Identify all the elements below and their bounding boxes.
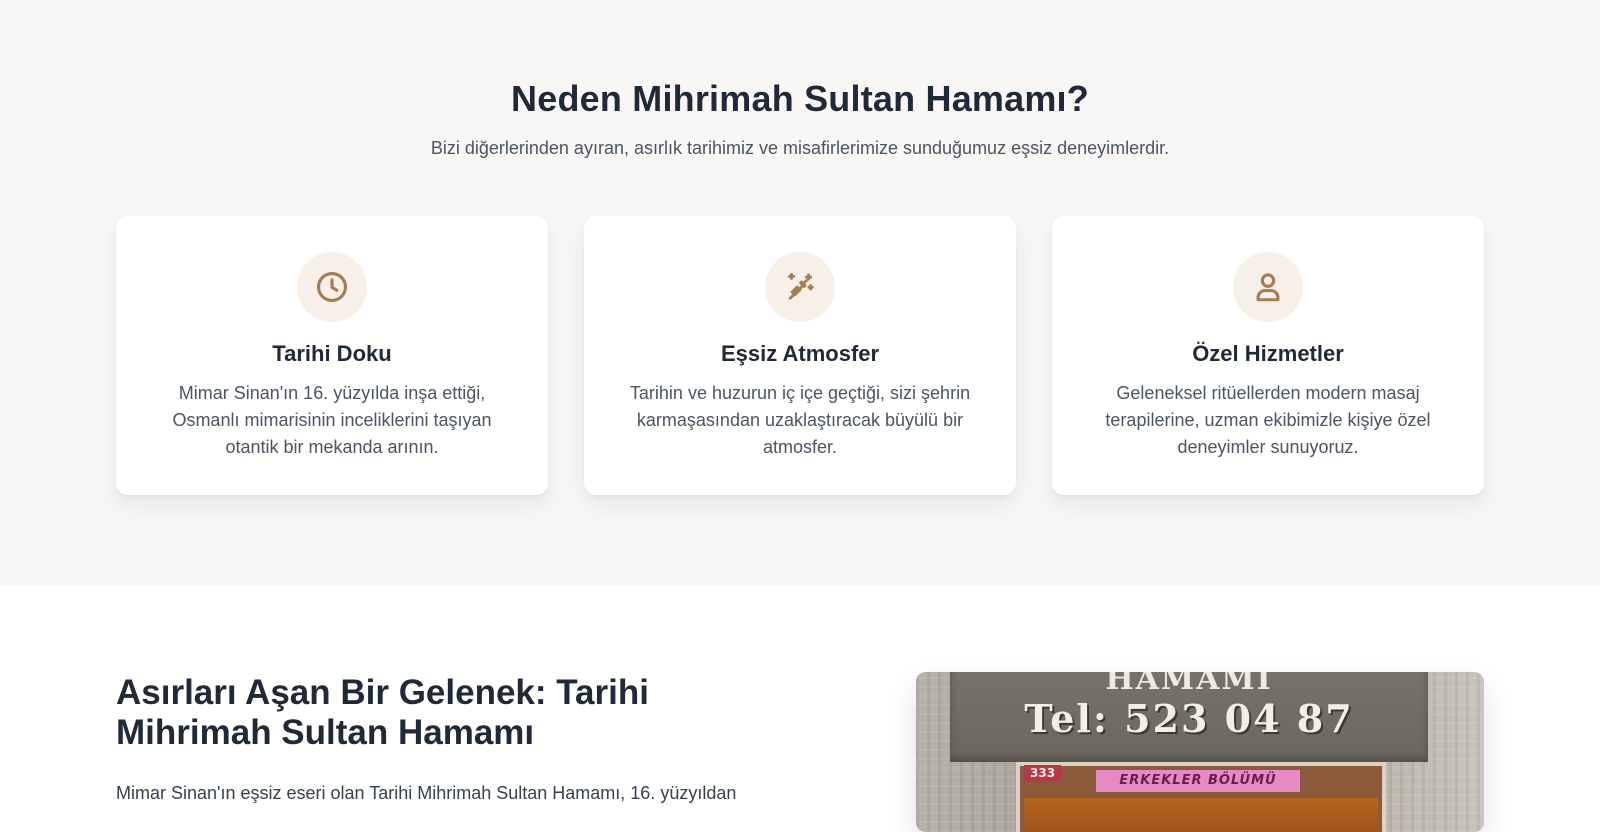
- features-title: Neden Mihrimah Sultan Hamamı?: [511, 78, 1089, 119]
- entrance-door: [1024, 798, 1378, 832]
- door-number-plate: 333: [1024, 765, 1062, 781]
- feature-card-title: Özel Hizmetler: [1192, 341, 1344, 366]
- feature-card-text: Mimar Sinan'ın 16. yüzyılda inşa ettiği,…: [172, 383, 492, 457]
- features-section: Neden Mihrimah Sultan Hamamı? Bizi diğer…: [0, 0, 1600, 585]
- about-title: Asırları Aşan Bir Gelenek: Tarihi Mihrim…: [116, 673, 649, 752]
- features-subtitle: Bizi diğerlerinden ayıran, asırlık tarih…: [430, 138, 1170, 158]
- feature-card-title: Eşsiz Atmosfer: [720, 341, 880, 366]
- hamam-entrance-photo: HAMAMI Tel: 523 04 87 333 ERKEKLER BÖLÜM…: [916, 672, 1484, 832]
- feature-card-historic: Tarihi Doku Mimar Sinan'ın 16. yüzyılda …: [116, 216, 548, 495]
- clock-icon: [297, 252, 367, 322]
- feature-card-atmosphere: Eşsiz Atmosfer Tarihin ve huzurun iç içe…: [584, 216, 1016, 495]
- sign-name-text: HAMAMI: [1105, 672, 1273, 697]
- user-icon: [1233, 252, 1303, 322]
- magic-wand-icon: [765, 252, 835, 322]
- feature-card-text: Tarihin ve huzurun iç içe geçtiği, sizi …: [629, 383, 971, 457]
- sign-phone-text: Tel: 523 04 87: [1024, 696, 1354, 741]
- hamam-sign: HAMAMI Tel: 523 04 87: [950, 672, 1428, 762]
- feature-card-services: Özel Hizmetler Geleneksel ritüellerden m…: [1052, 216, 1484, 495]
- mens-section-banner: ERKEKLER BÖLÜMÜ: [1096, 770, 1300, 792]
- feature-card-text: Geleneksel ritüellerden modern masaj ter…: [1105, 383, 1431, 457]
- about-text: Mimar Sinan'ın eşsiz eseri olan Tarihi M…: [116, 783, 737, 803]
- about-section: Asırları Aşan Bir Gelenek: Tarihi Mihrim…: [0, 585, 1600, 832]
- feature-card-title: Tarihi Doku: [272, 341, 392, 366]
